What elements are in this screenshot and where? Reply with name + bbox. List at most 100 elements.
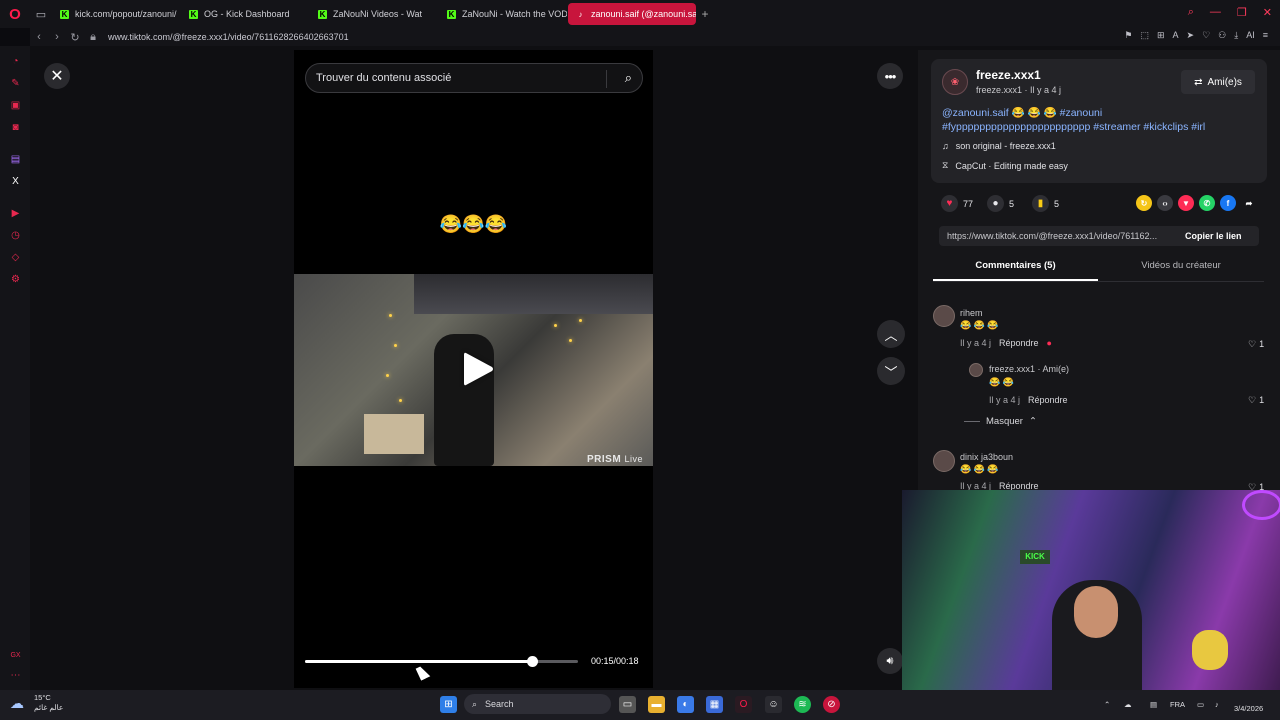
profile-icon[interactable]: ⚇ bbox=[1218, 30, 1226, 41]
like-stat[interactable]: ♥ 77 bbox=[941, 195, 973, 212]
commenter-avatar[interactable] bbox=[969, 363, 983, 377]
commenter-avatar[interactable] bbox=[933, 305, 955, 327]
extensions-icon[interactable]: ⊞ bbox=[1157, 30, 1165, 41]
search-divider bbox=[606, 70, 607, 88]
forward-icon[interactable]: › bbox=[48, 31, 66, 43]
windows-start-icon[interactable]: ⊞ bbox=[440, 696, 457, 713]
copy-link-button[interactable]: Copier le lien bbox=[1185, 231, 1242, 241]
commenter-name[interactable]: dinix ja3boun bbox=[960, 452, 1013, 462]
send-icon[interactable]: ➤ bbox=[1187, 30, 1195, 41]
volume-tray-icon[interactable]: ♪ bbox=[1215, 700, 1219, 709]
download-icon[interactable]: ⤓ bbox=[1234, 30, 1238, 41]
discord-icon[interactable]: ☺ bbox=[765, 696, 782, 713]
video-caption-emojis: 😂😂😂 bbox=[439, 214, 508, 234]
tab-islands-icon[interactable]: ▭ bbox=[30, 0, 52, 28]
aria-icon[interactable]: ✎ bbox=[10, 78, 21, 89]
progress-handle[interactable] bbox=[526, 656, 538, 667]
browser-tab-5[interactable]: ♪ zanouni.saif (@zanouni.sa bbox=[568, 3, 696, 25]
clock-date[interactable]: 3/4/2026 bbox=[1234, 704, 1263, 713]
ai-icon[interactable]: AI bbox=[1246, 30, 1255, 41]
gx-icon[interactable]: GX bbox=[10, 650, 21, 661]
display-icon[interactable]: ▭ bbox=[1197, 700, 1204, 709]
related-search-input[interactable]: Trouver du contenu associé ⌕ bbox=[305, 63, 643, 93]
next-video-button[interactable]: ﹀ bbox=[877, 357, 905, 385]
copilot-icon[interactable]: ◐ bbox=[677, 696, 694, 713]
save-stat[interactable]: ▮ 5 bbox=[1032, 195, 1059, 212]
snapshot-icon[interactable]: ⬚ bbox=[1140, 30, 1149, 41]
play-button[interactable] bbox=[458, 349, 498, 389]
music-line[interactable]: ♫ son original - freeze.xxx1 bbox=[942, 141, 1056, 151]
twitch-icon[interactable]: ▤ bbox=[10, 154, 21, 165]
store-icon[interactable]: ▦ bbox=[706, 696, 723, 713]
author-avatar[interactable]: ❀ bbox=[942, 69, 968, 95]
keyboard-lang[interactable]: FRA bbox=[1170, 700, 1185, 709]
minimize-icon[interactable]: — bbox=[1210, 6, 1221, 19]
tray-app-icon[interactable]: ☁ bbox=[1124, 700, 1132, 709]
pinboard-icon[interactable]: ◇ bbox=[10, 252, 21, 263]
settings-icon[interactable]: ⚙ bbox=[10, 274, 21, 285]
share-arrow-icon[interactable]: ➦ bbox=[1241, 195, 1257, 211]
maximize-icon[interactable]: ❐ bbox=[1237, 6, 1247, 19]
x-twitter-icon[interactable]: X bbox=[10, 176, 21, 187]
author-name[interactable]: freeze.xxx1 bbox=[976, 68, 1041, 82]
url-field[interactable]: www.tiktok.com/@freeze.xxx1/video/761162… bbox=[108, 32, 349, 42]
tab-comments[interactable]: Commentaires (5) bbox=[933, 260, 1098, 271]
facebook-icon[interactable]: f bbox=[1220, 195, 1236, 211]
translate-icon[interactable]: A bbox=[1173, 30, 1179, 41]
player-icon[interactable]: ▶ bbox=[10, 208, 21, 219]
reload-icon[interactable]: ↻ bbox=[66, 31, 84, 44]
bookmark-icon[interactable]: ⚑ bbox=[1124, 30, 1132, 41]
back-icon[interactable]: ‹ bbox=[30, 31, 48, 43]
spotify-icon[interactable]: ≋ bbox=[794, 696, 811, 713]
friends-button[interactable]: ⇄ Ami(e)s bbox=[1181, 70, 1255, 94]
search-icon[interactable]: ⌕ bbox=[625, 70, 632, 86]
close-window-icon[interactable]: ✕ bbox=[1263, 6, 1272, 19]
heart-icon[interactable]: ♡ bbox=[1202, 30, 1210, 41]
speed-dial-icon[interactable]: ◔ bbox=[10, 56, 21, 67]
search-tabs-icon[interactable]: ⌕ bbox=[1188, 6, 1194, 19]
menu-icon[interactable]: ≡ bbox=[1263, 30, 1268, 41]
previous-video-button[interactable]: ︿ bbox=[877, 320, 905, 348]
send-to-friends-icon[interactable]: ▼ bbox=[1178, 195, 1194, 211]
music-icon[interactable]: ◙ bbox=[10, 122, 21, 133]
browser-tab-3[interactable]: K ZaNouNi Videos - Wat bbox=[310, 3, 438, 25]
messenger-icon[interactable]: ▣ bbox=[10, 100, 21, 111]
taskbar-search[interactable]: ⌕ Search bbox=[464, 694, 611, 714]
weather-widget[interactable]: ☁ 15°C عالم غائم bbox=[10, 693, 63, 713]
comment-like[interactable]: ♡ 1 bbox=[1248, 395, 1264, 406]
app-icon[interactable]: ⊘ bbox=[823, 696, 840, 713]
comment-stat[interactable]: ● 5 bbox=[987, 195, 1014, 212]
history-icon[interactable]: ◷ bbox=[10, 230, 21, 241]
browser-tab-4[interactable]: K ZaNouNi - Watch the VOD bbox=[439, 3, 567, 25]
tray-chevron-icon[interactable]: ⌃ bbox=[1104, 700, 1110, 709]
task-view-icon[interactable]: ▭ bbox=[619, 696, 636, 713]
new-tab-button[interactable]: + bbox=[697, 7, 713, 21]
hide-replies-button[interactable]: Masquer ⌃ bbox=[964, 416, 1037, 427]
comment-like[interactable]: ♡ 1 bbox=[1248, 339, 1264, 350]
reply-button[interactable]: Répondre bbox=[999, 338, 1039, 348]
commenter-name[interactable]: rihem bbox=[960, 308, 983, 318]
capcut-line[interactable]: ⧖ CapCut · Editing made easy bbox=[942, 160, 1068, 171]
more-options-button[interactable]: ••• bbox=[877, 63, 903, 89]
browser-tab-1[interactable]: Kkick.com/popout/zanouni/ bbox=[52, 3, 180, 25]
whatsapp-icon[interactable]: ✆ bbox=[1199, 195, 1215, 211]
video-progress-bar[interactable] bbox=[305, 656, 578, 667]
close-button[interactable]: ✕ bbox=[44, 63, 70, 89]
file-explorer-icon[interactable]: ▬ bbox=[648, 696, 665, 713]
opera-gx-icon[interactable]: O bbox=[735, 696, 752, 713]
commenter-name[interactable]: freeze.xxx1 · Ami(e) bbox=[989, 364, 1069, 374]
reply-button[interactable]: Répondre bbox=[1028, 395, 1068, 405]
browser-sidebar: ◔ ✎ ▣ ◙ ▤ X ▶ ◷ ◇ ⚙ GX ⋯ bbox=[0, 46, 30, 690]
opera-logo-icon[interactable]: O bbox=[0, 0, 30, 28]
commenter-avatar[interactable] bbox=[933, 450, 955, 472]
embed-icon[interactable]: ‹› bbox=[1157, 195, 1173, 211]
browser-tab-2[interactable]: K OG - Kick Dashboard bbox=[181, 3, 309, 25]
tab-creator-videos[interactable]: Vidéos du créateur bbox=[1098, 260, 1264, 271]
network-icon[interactable]: ▤ bbox=[1150, 700, 1157, 709]
close-icon: ✕ bbox=[50, 68, 64, 85]
mention-link[interactable]: @zanouni.saif bbox=[942, 107, 1009, 119]
more-icon[interactable]: ⋯ bbox=[10, 670, 21, 681]
repost-icon[interactable]: ↻ bbox=[1136, 195, 1152, 211]
volume-button[interactable]: 🔊︎ bbox=[877, 648, 903, 674]
video-link[interactable]: https://www.tiktok.com/@freeze.xxx1/vide… bbox=[939, 231, 1177, 241]
